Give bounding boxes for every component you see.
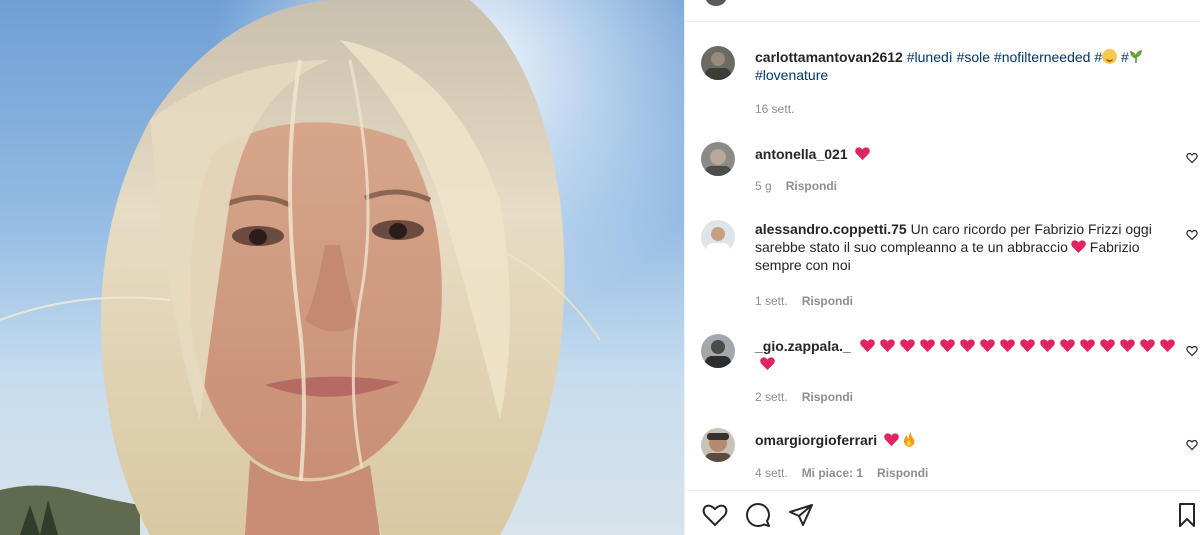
red-heart-icon <box>1159 339 1175 352</box>
hashtag[interactable]: # <box>1094 49 1102 65</box>
red-heart-icon <box>979 339 995 352</box>
red-heart-icon <box>899 339 915 352</box>
red-heart-icon <box>1139 339 1155 352</box>
hashtag[interactable]: # <box>1121 49 1129 65</box>
red-heart-icon <box>959 339 975 352</box>
smiling-face-icon <box>1102 49 1118 64</box>
comment-likes[interactable]: Mi piace: 1 <box>802 466 863 480</box>
red-heart-icon <box>1059 339 1075 352</box>
comment-bubble-icon[interactable] <box>744 501 772 529</box>
comment-text: antonella_021 <box>755 145 1175 163</box>
comment-time[interactable]: 4 sett. <box>755 466 788 480</box>
caption-username[interactable]: carlottamantovan2612 <box>755 49 903 65</box>
red-heart-icon <box>999 339 1015 352</box>
comment-text: alessandro.coppetti.75 Un caro ricordo p… <box>755 220 1175 274</box>
avatar[interactable] <box>701 142 735 176</box>
caption-text: carlottamantovan2612 #lunedì #sole #nofi… <box>755 48 1175 84</box>
post-side-panel: carlottamantovan2612 #lunedì #sole #nofi… <box>684 0 1200 535</box>
herb-icon <box>1130 50 1142 63</box>
comment-meta: 5 g Rispondi <box>755 179 837 193</box>
red-heart-icon <box>919 339 935 352</box>
red-heart-icon <box>854 147 870 160</box>
reply-button[interactable]: Rispondi <box>877 466 928 480</box>
comment-time[interactable]: 1 sett. <box>755 294 788 308</box>
red-heart-icon <box>939 339 955 352</box>
hashtag[interactable]: #nofilterneeded <box>994 49 1091 65</box>
reply-button[interactable]: Rispondi <box>802 294 853 308</box>
hashtag[interactable]: #lovenature <box>755 67 828 83</box>
red-heart-icon <box>884 433 899 446</box>
caption-time[interactable]: 16 sett. <box>755 102 794 116</box>
like-comment-icon[interactable] <box>1186 152 1198 164</box>
post-header <box>685 0 1200 22</box>
comment-meta: 2 sett. Rispondi <box>755 390 853 404</box>
selfie-photo <box>0 0 684 535</box>
avatar[interactable] <box>701 334 735 368</box>
comment-username[interactable]: antonella_021 <box>755 146 848 162</box>
comment-meta: 4 sett. Mi piace: 1 Rispondi <box>755 466 928 480</box>
reply-button[interactable]: Rispondi <box>802 390 853 404</box>
avatar[interactable] <box>701 428 735 462</box>
red-heart-icon <box>1039 339 1055 352</box>
comment-username[interactable]: omargiorgioferrari <box>755 432 877 448</box>
red-heart-icon <box>1071 240 1086 253</box>
red-heart-icon <box>879 339 895 352</box>
comment-username[interactable]: _gio.zappala._ <box>755 338 851 354</box>
hashtag[interactable]: #sole <box>957 49 990 65</box>
post-photo[interactable] <box>0 0 684 535</box>
comment-text: omargiorgioferrari <box>755 431 1175 449</box>
avatar[interactable] <box>705 0 727 6</box>
comment-time[interactable]: 5 g <box>755 179 772 193</box>
red-heart-icon <box>1079 339 1095 352</box>
like-comment-icon[interactable] <box>1186 229 1198 241</box>
red-heart-icon <box>760 357 775 370</box>
red-heart-icon <box>859 339 875 352</box>
post-actions-bar <box>685 490 1200 535</box>
fire-icon <box>903 432 915 447</box>
bookmark-icon[interactable] <box>1173 501 1200 529</box>
avatar[interactable] <box>701 46 735 80</box>
comment-username[interactable]: alessandro.coppetti.75 <box>755 221 907 237</box>
red-heart-icon <box>1099 339 1115 352</box>
comment-text: _gio.zappala._ <box>755 337 1175 373</box>
red-heart-icon <box>1119 339 1135 352</box>
like-comment-icon[interactable] <box>1186 439 1198 451</box>
hashtag[interactable]: #lunedì <box>907 49 953 65</box>
comment-time[interactable]: 2 sett. <box>755 390 788 404</box>
comment-meta: 1 sett. Rispondi <box>755 294 853 308</box>
like-comment-icon[interactable] <box>1186 345 1198 357</box>
reply-button[interactable]: Rispondi <box>786 179 837 193</box>
heart-outline-icon[interactable] <box>701 501 729 529</box>
avatar[interactable] <box>701 220 735 254</box>
red-heart-icon <box>1019 339 1035 352</box>
paper-plane-icon[interactable] <box>787 501 815 529</box>
